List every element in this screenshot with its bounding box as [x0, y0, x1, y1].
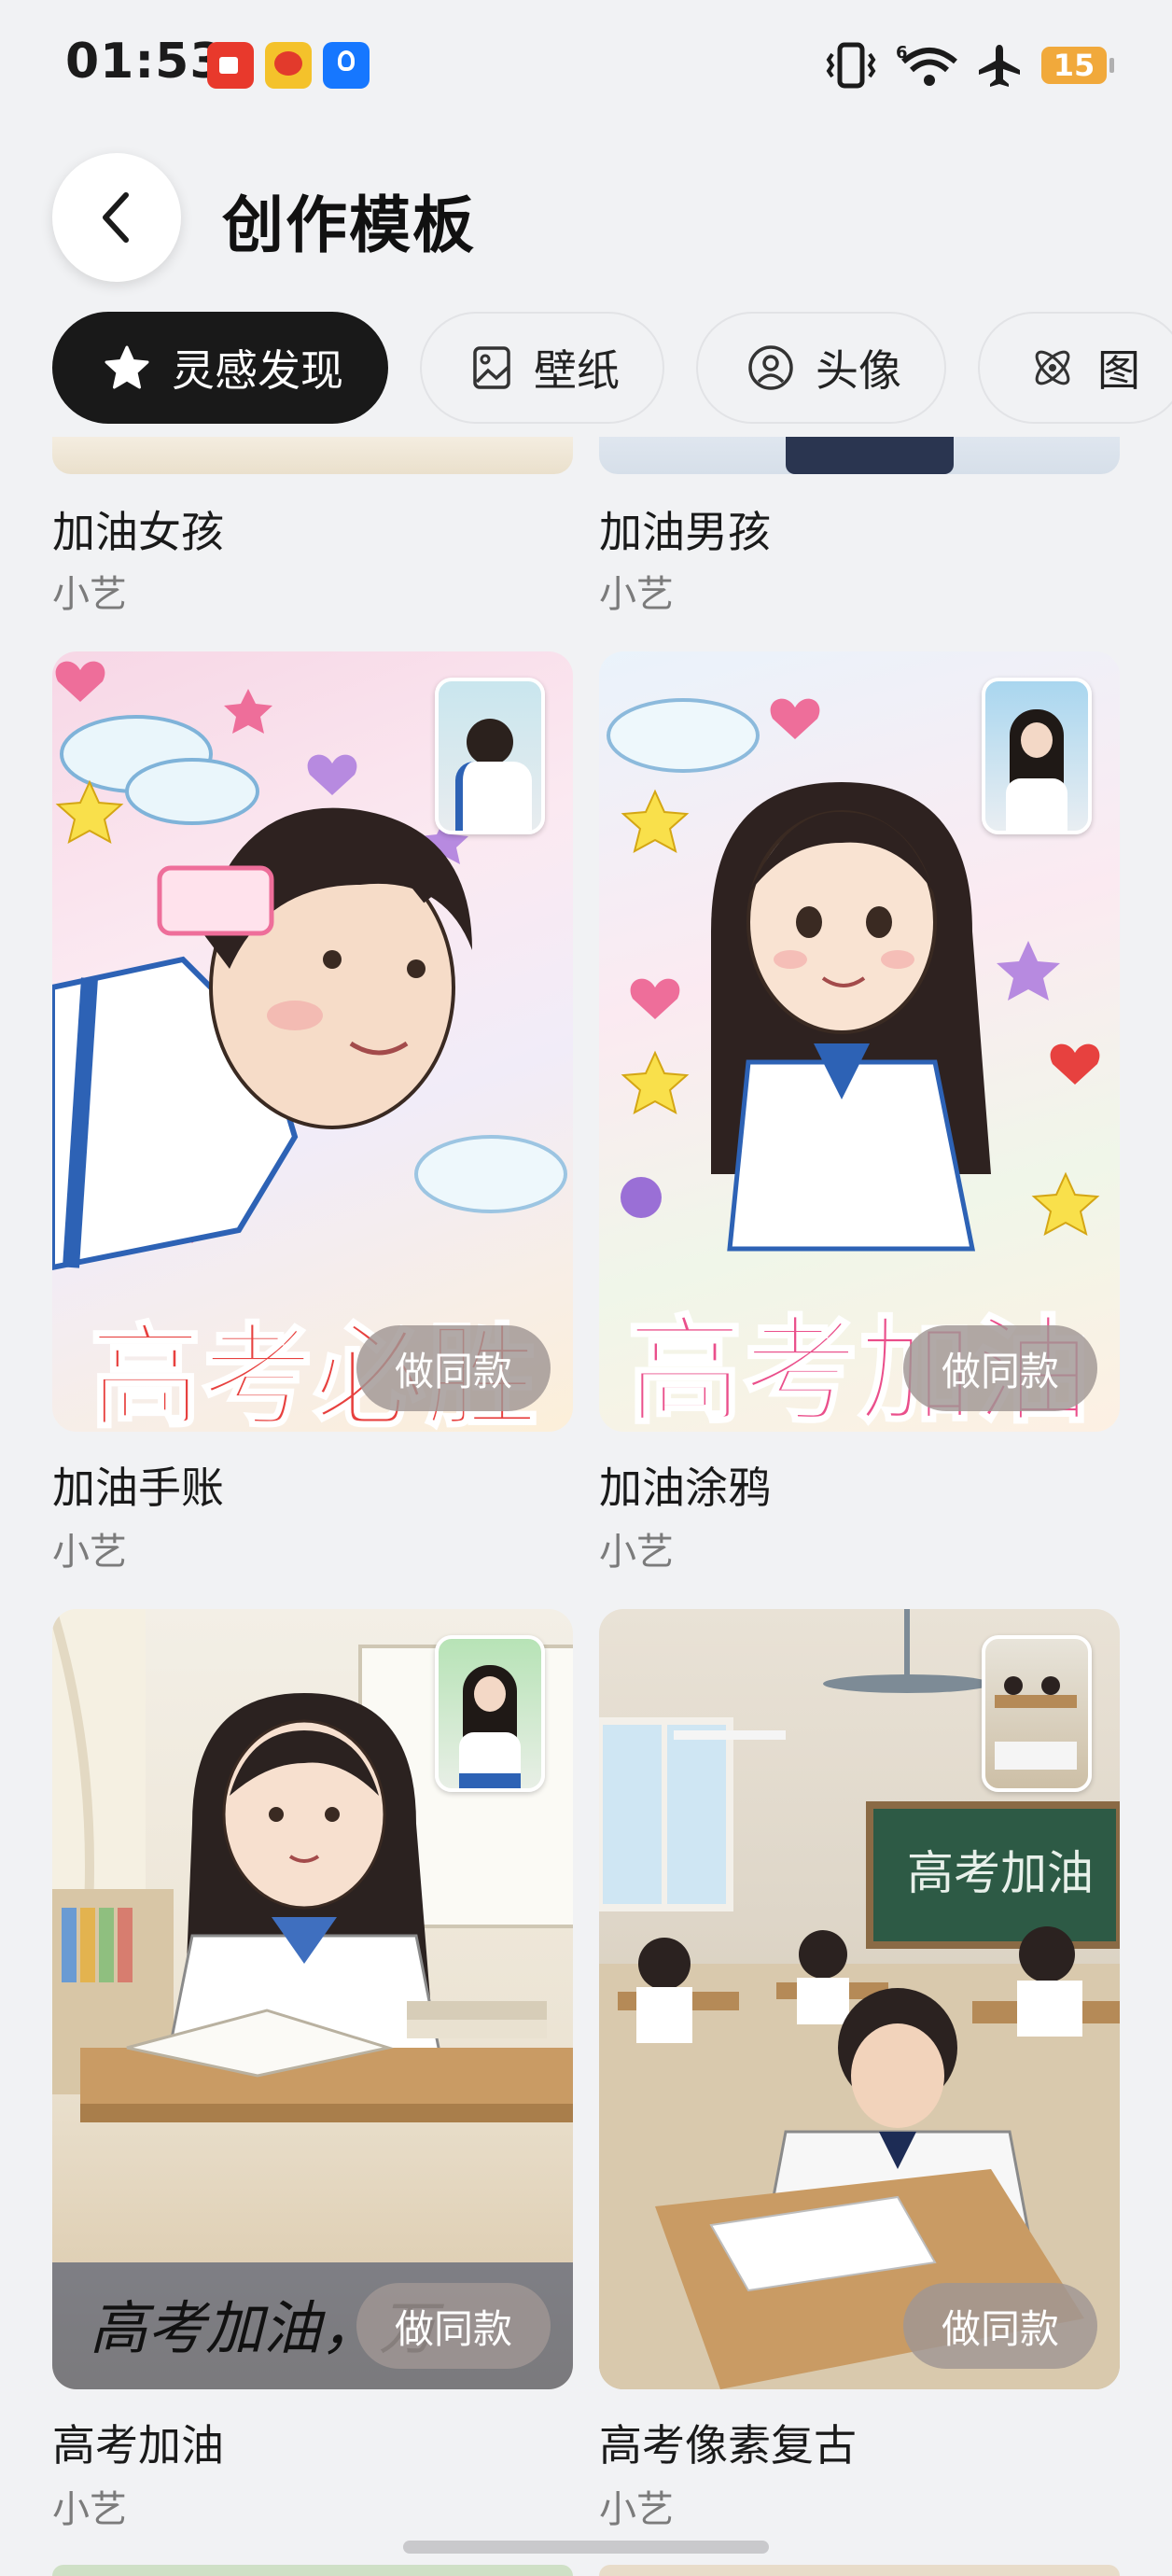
- make-same-button[interactable]: 做同款: [356, 1325, 551, 1411]
- tab-label: 头像: [816, 345, 901, 396]
- template-card-image[interactable]: 高考加油 做同款: [599, 1609, 1120, 2389]
- card-author: 小艺: [599, 1531, 674, 1574]
- card-title[interactable]: 高考像素复古: [599, 2412, 857, 2473]
- template-card-image[interactable]: 高考必胜 做同款: [52, 651, 573, 1432]
- home-indicator[interactable]: [403, 2541, 769, 2554]
- system-icons: 6 15: [825, 39, 1114, 91]
- card-title[interactable]: 加油女孩: [52, 498, 224, 560]
- make-same-button[interactable]: 做同款: [356, 2283, 551, 2369]
- card-image-cutoff[interactable]: [599, 2565, 1120, 2576]
- image-icon: [473, 346, 510, 389]
- battery-indicator: 15: [1041, 47, 1114, 84]
- tab-label: 灵感发现: [172, 345, 343, 396]
- card-author: 小艺: [52, 2488, 127, 2531]
- weibo-app-icon: [265, 42, 312, 89]
- atom-icon: [1035, 350, 1070, 385]
- card-author: 小艺: [52, 573, 127, 616]
- category-tabs: 灵感发现 壁纸 头像 图: [52, 312, 1172, 424]
- card-title[interactable]: 加油手账: [52, 1454, 224, 1516]
- card-image-cutoff[interactable]: [599, 437, 1120, 474]
- reference-photo-thumbnail: [982, 1635, 1092, 1792]
- status-time: 01:53: [65, 34, 225, 90]
- tab-label: 壁纸: [534, 345, 620, 396]
- card-author: 小艺: [599, 2488, 674, 2531]
- template-card-image[interactable]: 高考加油 做同款: [599, 651, 1120, 1432]
- template-card-image[interactable]: 高考加油，万 做同款: [52, 1609, 573, 2389]
- person-icon: [748, 345, 793, 390]
- card-image-cutoff[interactable]: [52, 437, 573, 474]
- make-same-button[interactable]: 做同款: [903, 1325, 1097, 1411]
- star-icon: [105, 345, 149, 389]
- tab-inspiration[interactable]: 灵感发现: [52, 312, 388, 424]
- make-same-button[interactable]: 做同款: [903, 2283, 1097, 2369]
- reference-photo-thumbnail: [982, 678, 1092, 834]
- airplane-icon: [979, 45, 1020, 87]
- card-author: 小艺: [599, 573, 674, 616]
- card-image-cutoff[interactable]: [52, 2565, 573, 2576]
- chevron-left-icon: [103, 192, 129, 243]
- tab-more[interactable]: 图: [978, 312, 1172, 424]
- lightbulb-app-icon: [323, 42, 370, 89]
- card-title[interactable]: 高考加油: [52, 2412, 224, 2473]
- svg-text:高考加油: 高考加油: [907, 1846, 1094, 1900]
- back-button[interactable]: [52, 153, 181, 282]
- wifi-icon: 6: [896, 43, 957, 86]
- tab-label: 图: [1097, 345, 1140, 396]
- vibrate-icon: [826, 42, 876, 89]
- card-author: 小艺: [52, 1531, 127, 1574]
- status-bar: 01:53 6 15: [0, 0, 1172, 131]
- card-title[interactable]: 加油男孩: [599, 498, 771, 560]
- tab-wallpaper[interactable]: 壁纸: [420, 312, 664, 424]
- page-title: 创作模板: [222, 189, 476, 261]
- card-title[interactable]: 加油涂鸦: [599, 1454, 771, 1516]
- video-app-icon: [207, 42, 254, 89]
- reference-photo-thumbnail: [435, 1635, 545, 1792]
- reference-photo-thumbnail: [435, 678, 545, 834]
- tab-avatar[interactable]: 头像: [696, 312, 946, 424]
